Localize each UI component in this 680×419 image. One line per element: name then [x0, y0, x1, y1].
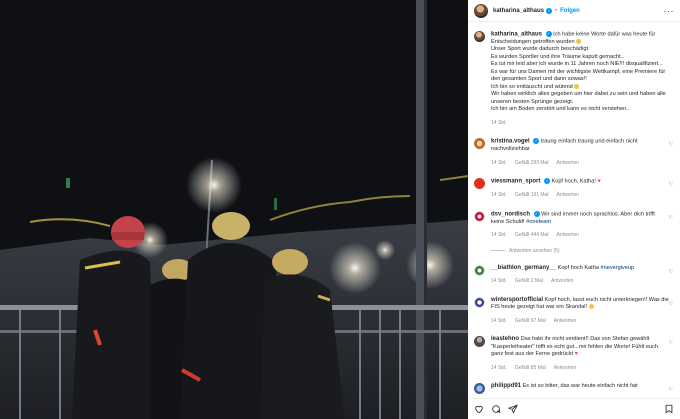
- caption-line: Es wurden Sportler und ihre Träume kaput…: [491, 53, 624, 60]
- comment-likes[interactable]: Gefällt 85 Mal: [515, 365, 546, 373]
- comment-text: Kopf hoch Katha: [557, 264, 599, 271]
- caption-line: Unser Sport wurde dadurch beschädigt.: [491, 46, 590, 53]
- comment-item: __biathlon_germany__ Kopf hoch Katha #ne…: [474, 264, 674, 286]
- heart-icon[interactable]: [474, 404, 484, 414]
- author-avatar[interactable]: [474, 3, 488, 18]
- comment-avatar[interactable]: [474, 264, 485, 276]
- reply-button[interactable]: Antworten: [557, 192, 580, 200]
- reply-button[interactable]: Antworten: [557, 232, 580, 240]
- reply-button[interactable]: Antworten: [551, 278, 574, 286]
- sad-emoji-icon: [576, 39, 582, 44]
- post-caption: katharina_althaus ✓ Ich habe keine Worte…: [474, 23, 674, 127]
- author-username[interactable]: katharina_althaus: [493, 8, 544, 14]
- comment-timestamp: 14 Std.: [491, 364, 507, 371]
- hashtag-link[interactable]: #oneteam: [526, 219, 551, 225]
- sad-emoji-icon: [574, 84, 580, 89]
- verified-badge-icon: ✓: [545, 31, 552, 37]
- verified-badge-icon: ✓: [546, 7, 553, 14]
- comment-timestamp: 14 Std.: [491, 159, 507, 166]
- reply-button[interactable]: Antworten: [554, 365, 577, 373]
- comment-username[interactable]: leastehno: [491, 336, 519, 342]
- caption-username[interactable]: katharina_althaus: [491, 31, 542, 37]
- view-replies-button[interactable]: Antworten ansehen (5): [491, 248, 674, 254]
- comment-item: philippd91 Es ist so bitter, das war heu…: [474, 383, 674, 395]
- comment-timestamp: 14 Std.: [491, 192, 507, 199]
- caption-line: Es tut mir leid aber ich wurde in 11 Jah…: [491, 61, 663, 68]
- comment-likes[interactable]: Gefällt 191 Mal: [515, 192, 549, 200]
- view-replies-label[interactable]: Antworten ansehen (5): [509, 248, 560, 254]
- like-comment-heart-icon[interactable]: ♡: [669, 142, 673, 148]
- caption-line: Ich bin so enttäuscht und wütend: [491, 83, 573, 90]
- night-stadium-photo: [0, 0, 468, 419]
- comment-timestamp: 14 Std.: [491, 278, 507, 285]
- comment-likes[interactable]: Gefällt 97 Mal: [515, 318, 546, 326]
- comment-likes[interactable]: Gefällt 444 Mal: [515, 232, 549, 240]
- more-icon[interactable]: ···: [664, 6, 675, 16]
- comment-avatar[interactable]: [474, 138, 485, 150]
- comments-feed[interactable]: katharina_althaus ✓ Ich habe keine Worte…: [468, 23, 680, 398]
- replies-divider: [491, 250, 505, 252]
- like-comment-heart-icon[interactable]: ♡: [669, 269, 673, 275]
- comment-username[interactable]: philippd91: [491, 383, 521, 389]
- comment-timestamp: 14 Std.: [491, 317, 507, 324]
- comment-username[interactable]: viessmann_sport: [491, 179, 540, 185]
- caption-line: Es war für uns Damen mit der wichtigste …: [491, 68, 666, 83]
- comment-likes[interactable]: Gefällt 2 Mal: [515, 278, 543, 286]
- comment-item: viessmann_sport ✓ Kopf hoch, Katha! ♥ 14…: [474, 178, 674, 199]
- comment-avatar[interactable]: [474, 210, 485, 222]
- comment-username[interactable]: kristina.vogel: [491, 139, 530, 145]
- caption-line: Wir haben wirklich alles gegeben um hier…: [491, 91, 666, 105]
- red-heart-emoji-icon: ♥: [574, 351, 578, 358]
- like-comment-heart-icon[interactable]: ♡: [669, 215, 673, 221]
- comment-item: leastehno Das habt ihr nicht verdient!! …: [474, 336, 674, 372]
- comment-item: kristina.vogel ✓ traurig einfach traurig…: [474, 138, 674, 167]
- like-comment-heart-icon[interactable]: ♡: [669, 301, 673, 307]
- post-sidebar: katharina_althaus ✓ • Folgen ··· kathari…: [468, 0, 680, 419]
- comment-timestamp: 14 Std.: [491, 232, 507, 239]
- like-comment-heart-icon[interactable]: ♡: [669, 387, 673, 393]
- bookmark-icon[interactable]: [664, 404, 674, 414]
- comment-avatar[interactable]: [474, 383, 485, 395]
- verified-badge-icon: ✓: [533, 210, 540, 217]
- caption-avatar[interactable]: [474, 31, 485, 42]
- separator-dot: •: [555, 7, 558, 14]
- comment-text: Es ist so bitter, das war heute einfach …: [522, 383, 638, 390]
- comment-avatar[interactable]: [474, 336, 485, 348]
- angry-emoji-icon: [588, 304, 594, 310]
- verified-badge-icon: ✓: [543, 178, 550, 185]
- post-actions-bar: [468, 398, 680, 419]
- follow-button[interactable]: Folgen: [560, 8, 580, 14]
- comment-username[interactable]: __biathlon_germany__: [491, 265, 556, 271]
- reply-button[interactable]: Antworten: [554, 318, 577, 326]
- comment-item: wintersportofficial Kopf hoch, lasst euc…: [474, 296, 674, 326]
- caption-line: Ich bin am Boden zerstört und kann es ni…: [491, 106, 630, 113]
- like-comment-heart-icon[interactable]: ♡: [669, 182, 673, 188]
- post-header: katharina_althaus ✓ • Folgen ···: [468, 0, 680, 22]
- comment-icon[interactable]: [491, 404, 501, 414]
- comment-username[interactable]: wintersportofficial: [491, 297, 543, 303]
- post-photo: [0, 0, 468, 419]
- comment-item: dsv_nordisch ✓ Wir sind immer noch sprac…: [474, 210, 674, 240]
- comment-avatar[interactable]: [474, 178, 485, 190]
- comment-username[interactable]: dsv_nordisch: [491, 211, 530, 217]
- comment-text: Kopf hoch, Katha!: [551, 178, 596, 185]
- share-icon[interactable]: [508, 404, 518, 414]
- comment-likes[interactable]: Gefällt 293 Mal: [515, 160, 549, 168]
- verified-badge-icon: ✓: [533, 138, 540, 145]
- hashtag-link[interactable]: #nevergiveup: [601, 265, 635, 271]
- reply-button[interactable]: Antworten: [557, 160, 580, 168]
- caption-timestamp: 14 Std.: [491, 119, 507, 126]
- comment-avatar[interactable]: [474, 296, 485, 308]
- like-comment-heart-icon[interactable]: ♡: [669, 340, 673, 346]
- red-heart-emoji-icon: ♥: [597, 178, 601, 185]
